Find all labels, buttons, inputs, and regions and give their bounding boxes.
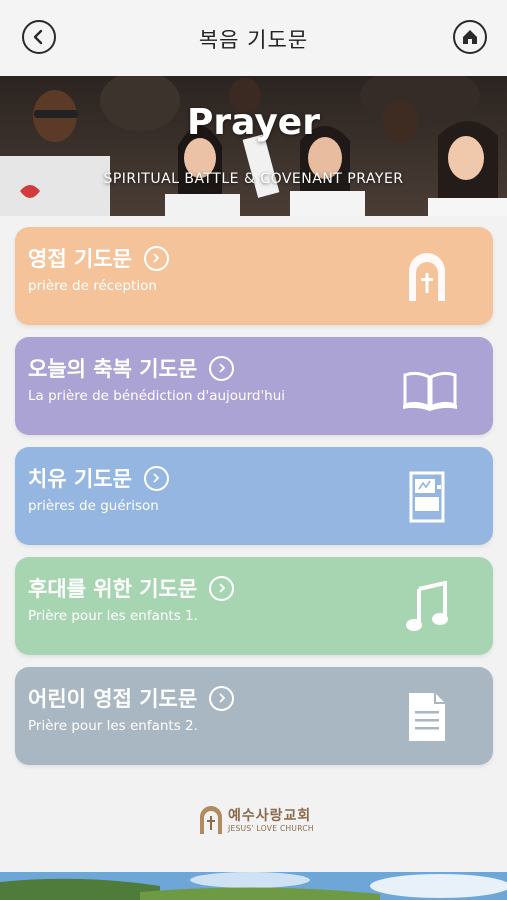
logo-text-korean: 예수사랑교회 bbox=[228, 808, 312, 824]
landscape-image bbox=[0, 872, 507, 900]
page-title: 복음 기도문 bbox=[198, 28, 309, 52]
home-button[interactable] bbox=[453, 20, 487, 54]
card-subtitle: La prière de bénédiction d'aujourd'hui bbox=[28, 388, 286, 404]
home-icon bbox=[463, 30, 477, 44]
card-title: 오늘의 축복 기도문 bbox=[28, 357, 198, 381]
card-title: 영접 기도문 bbox=[28, 247, 132, 271]
banner-title: Prayer bbox=[187, 102, 320, 143]
card-reception-prayer[interactable]: 영접 기도문 prière de réception bbox=[15, 227, 493, 325]
chevron-right-icon bbox=[209, 575, 235, 601]
congregation-photo bbox=[0, 76, 507, 216]
card-blessing-prayer[interactable]: 오늘의 축복 기도문 La prière de bénédiction d'au… bbox=[15, 337, 493, 435]
chevron-right-icon bbox=[143, 245, 169, 271]
chevron-right-icon bbox=[209, 685, 235, 711]
document-icon bbox=[409, 693, 445, 741]
card-children-reception-prayer[interactable]: 어린이 영접 기도문 Prière pour les enfants 2. bbox=[15, 667, 493, 765]
music-note-icon bbox=[406, 581, 448, 631]
card-subtitle: prières de guérison bbox=[28, 498, 159, 514]
card-title: 어린이 영접 기도문 bbox=[28, 687, 198, 711]
church-logo: 예수사랑교회 JESUS' LOVE CHURCH bbox=[198, 804, 318, 840]
card-title: 치유 기도문 bbox=[28, 467, 132, 491]
chevron-right-icon bbox=[143, 465, 169, 491]
card-title: 후대를 위한 기도문 bbox=[28, 577, 198, 601]
card-descendants-prayer[interactable]: 후대를 위한 기도문 Prière pour les enfants 1. bbox=[15, 557, 493, 655]
card-subtitle: Prière pour les enfants 2. bbox=[28, 718, 198, 734]
healing-document-icon bbox=[409, 471, 445, 523]
logo-text-english: JESUS' LOVE CHURCH bbox=[228, 824, 314, 833]
open-book-icon bbox=[403, 371, 457, 411]
church-logo-icon bbox=[200, 806, 222, 834]
chevron-right-icon bbox=[209, 355, 235, 381]
prayer-banner: Prayer SPIRITUAL BATTLE & COVENANT PRAYE… bbox=[0, 76, 507, 216]
card-subtitle: prière de réception bbox=[28, 278, 157, 294]
card-subtitle: Prière pour les enfants 1. bbox=[28, 608, 198, 624]
banner-subtitle: SPIRITUAL BATTLE & COVENANT PRAYER bbox=[103, 171, 404, 187]
app-header: 복음 기도문 bbox=[0, 0, 507, 76]
church-arch-cross-icon bbox=[409, 253, 445, 301]
card-healing-prayer[interactable]: 치유 기도문 prières de guérison bbox=[15, 447, 493, 545]
